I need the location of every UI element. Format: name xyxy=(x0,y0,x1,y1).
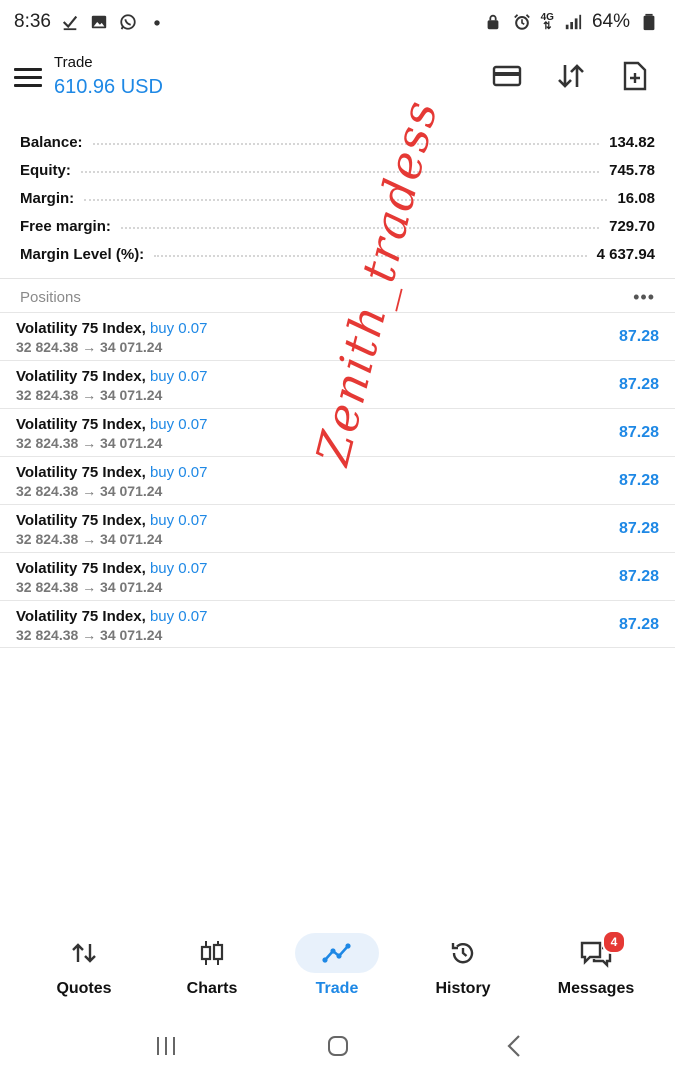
dot-icon xyxy=(147,12,167,32)
position-profit: 87.28 xyxy=(618,424,659,441)
bottom-navigation: Quotes Charts Trade History 4 Messages xyxy=(0,928,675,1008)
positions-header: Positions ••• xyxy=(0,283,675,311)
position-prices: 32 824.38 → 34 071.24 xyxy=(16,579,163,595)
position-row[interactable]: Volatility 75 Index, buy 0.07 32 824.38 … xyxy=(0,408,675,456)
position-side: buy 0.07 xyxy=(149,416,208,433)
quotes-arrows-icon xyxy=(72,943,96,963)
summary-value: 729.70 xyxy=(609,217,655,235)
account-summary: Balance: 134.82 Equity: 745.78 Margin: 16.0… xyxy=(0,128,675,268)
check-icon xyxy=(60,12,80,32)
history-clock-icon xyxy=(451,943,474,964)
whatsapp-icon xyxy=(118,12,138,32)
header-balance: 610.96 USD xyxy=(54,76,163,98)
summary-row-balance: Balance: 134.82 xyxy=(0,128,675,156)
position-symbol: Volatility 75 Index, xyxy=(16,416,146,433)
position-symbol: Volatility 75 Index, xyxy=(16,464,146,481)
summary-row-margin-level: Margin Level (%): 4 637.94 xyxy=(0,240,675,268)
card-icon[interactable] xyxy=(491,60,523,92)
alarm-icon xyxy=(512,12,532,32)
status-bar: 8:36 4G ⇅ 64% xyxy=(0,0,675,44)
battery-level: 64% xyxy=(591,11,630,32)
app-header: Trade 610.96 USD xyxy=(0,48,675,112)
positions-list: Volatility 75 Index, buy 0.07 32 824.38 … xyxy=(0,312,675,648)
summary-value: 745.78 xyxy=(609,161,655,179)
summary-value: 134.82 xyxy=(609,133,655,151)
summary-label: Margin Level (%): xyxy=(20,245,145,263)
position-profit: 87.28 xyxy=(618,568,659,585)
position-profit: 87.28 xyxy=(618,616,659,633)
summary-label: Free margin: xyxy=(20,217,111,235)
home-icon[interactable] xyxy=(318,1032,358,1060)
position-profit: 87.28 xyxy=(618,472,659,489)
nav-trade[interactable]: Trade xyxy=(282,928,392,1008)
nav-label: Messages xyxy=(557,980,635,997)
nav-history[interactable]: History xyxy=(408,928,518,1008)
nav-label: Trade xyxy=(315,980,359,997)
page-title: Trade xyxy=(54,54,93,71)
summary-row-margin: Margin: 16.08 xyxy=(0,184,675,212)
nav-messages[interactable]: 4 Messages xyxy=(541,928,651,1008)
position-prices: 32 824.38 → 34 071.24 xyxy=(16,435,163,451)
candlestick-icon xyxy=(200,941,224,965)
position-prices: 32 824.38 → 34 071.24 xyxy=(16,483,163,499)
position-symbol: Volatility 75 Index, xyxy=(16,368,146,385)
back-icon[interactable] xyxy=(494,1032,534,1060)
position-side: buy 0.07 xyxy=(149,320,208,337)
nav-label: Charts xyxy=(186,980,238,997)
trend-line-icon xyxy=(322,943,351,963)
position-row[interactable]: Volatility 75 Index, buy 0.07 32 824.38 … xyxy=(0,600,675,648)
position-row[interactable]: Volatility 75 Index, buy 0.07 32 824.38 … xyxy=(0,312,675,360)
summary-label: Equity: xyxy=(20,161,71,179)
position-row[interactable]: Volatility 75 Index, buy 0.07 32 824.38 … xyxy=(0,360,675,408)
position-side: buy 0.07 xyxy=(149,512,208,529)
nav-charts[interactable]: Charts xyxy=(157,928,267,1008)
nav-quotes[interactable]: Quotes xyxy=(29,928,139,1008)
position-side: buy 0.07 xyxy=(149,608,208,625)
menu-icon[interactable] xyxy=(14,68,42,90)
summary-row-equity: Equity: 745.78 xyxy=(0,156,675,184)
section-divider xyxy=(0,278,675,279)
notification-badge: 4 xyxy=(602,930,626,954)
summary-row-free-margin: Free margin: 729.70 xyxy=(0,212,675,240)
summary-value: 4 637.94 xyxy=(596,245,655,263)
position-prices: 32 824.38 → 34 071.24 xyxy=(16,531,163,547)
system-navigation-bar xyxy=(0,1010,675,1080)
nav-label: Quotes xyxy=(56,980,112,997)
position-profit: 87.28 xyxy=(618,328,659,345)
position-side: buy 0.07 xyxy=(149,464,208,481)
position-prices: 32 824.38 → 34 071.24 xyxy=(16,387,163,403)
position-side: buy 0.07 xyxy=(149,560,208,577)
position-symbol: Volatility 75 Index, xyxy=(16,560,146,577)
lock-icon xyxy=(483,12,503,32)
position-side: buy 0.07 xyxy=(149,368,208,385)
position-prices: 32 824.38 → 34 071.24 xyxy=(16,627,163,643)
signal-icon xyxy=(563,12,583,32)
summary-value: 16.08 xyxy=(617,189,655,207)
position-symbol: Volatility 75 Index, xyxy=(16,320,146,337)
image-icon xyxy=(89,12,109,32)
position-row[interactable]: Volatility 75 Index, buy 0.07 32 824.38 … xyxy=(0,552,675,600)
position-symbol: Volatility 75 Index, xyxy=(16,512,146,529)
new-order-icon[interactable] xyxy=(619,60,651,92)
position-symbol: Volatility 75 Index, xyxy=(16,608,146,625)
more-options-icon[interactable]: ••• xyxy=(633,287,655,308)
summary-label: Balance: xyxy=(20,133,83,151)
position-row[interactable]: Volatility 75 Index, buy 0.07 32 824.38 … xyxy=(0,504,675,552)
status-time: 8:36 xyxy=(14,11,51,32)
position-profit: 87.28 xyxy=(618,520,659,537)
positions-title: Positions xyxy=(20,288,81,306)
battery-icon xyxy=(639,12,659,32)
sort-arrows-icon[interactable] xyxy=(555,60,587,92)
position-profit: 87.28 xyxy=(618,376,659,393)
position-row[interactable]: Volatility 75 Index, buy 0.07 32 824.38 … xyxy=(0,456,675,504)
recent-apps-icon[interactable] xyxy=(146,1032,186,1060)
summary-label: Margin: xyxy=(20,189,75,207)
network-type: 4G ⇅ xyxy=(540,12,554,32)
position-prices: 32 824.38 → 34 071.24 xyxy=(16,339,163,355)
nav-label: History xyxy=(435,980,491,997)
